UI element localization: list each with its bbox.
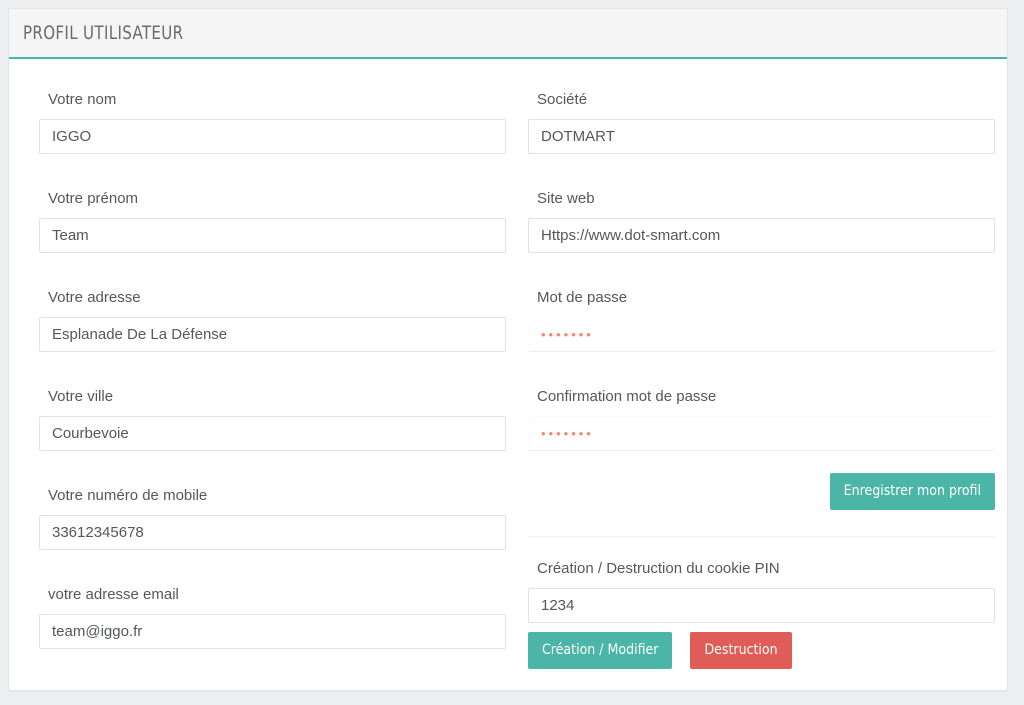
input-cookie-pin[interactable] [528,588,995,623]
field-site-web: Site web [528,154,995,253]
label-confirmation-mot-de-passe: Confirmation mot de passe [528,387,995,416]
label-votre-ville: Votre ville [39,387,506,416]
input-societe[interactable] [528,119,995,154]
label-adresse-email: votre adresse email [39,585,506,614]
field-votre-ville: Votre ville [39,352,506,451]
input-adresse-email[interactable] [39,614,506,649]
profile-card: PROFIL UTILISATEUR Votre nom Votre préno… [8,8,1008,691]
field-votre-nom: Votre nom [39,59,506,154]
page-root: PROFIL UTILISATEUR Votre nom Votre préno… [0,0,1024,705]
field-votre-adresse: Votre adresse [39,253,506,352]
right-column: Société Site web Mot de passe ••••••• Co… [528,59,995,669]
input-site-web[interactable] [528,218,995,253]
card-body: Votre nom Votre prénom Votre adresse Vot… [9,59,1007,690]
save-row: Enregistrer mon profil [528,451,995,510]
field-cookie-pin: Création / Destruction du cookie PIN [528,537,995,623]
field-mot-de-passe: Mot de passe ••••••• [528,253,995,352]
label-site-web: Site web [528,189,995,218]
field-numero-mobile: Votre numéro de mobile [39,451,506,550]
input-numero-mobile[interactable] [39,515,506,550]
label-societe: Société [528,90,995,119]
destroy-cookie-button[interactable]: Destruction [690,632,791,669]
input-confirmation-mot-de-passe[interactable]: ••••••• [528,416,995,451]
input-votre-adresse[interactable] [39,317,506,352]
field-adresse-email: votre adresse email [39,550,506,649]
label-votre-adresse: Votre adresse [39,288,506,317]
label-votre-nom: Votre nom [39,90,506,119]
label-numero-mobile: Votre numéro de mobile [39,486,506,515]
label-mot-de-passe: Mot de passe [528,288,995,317]
cookie-action-row: Création / Modifier Destruction [528,623,995,669]
create-modify-cookie-button[interactable]: Création / Modifier [528,632,672,669]
card-header: PROFIL UTILISATEUR [9,9,1007,59]
input-mot-de-passe[interactable]: ••••••• [528,317,995,352]
label-cookie-pin: Création / Destruction du cookie PIN [528,559,995,588]
input-votre-ville[interactable] [39,416,506,451]
input-votre-nom[interactable] [39,119,506,154]
field-confirmation-mot-de-passe: Confirmation mot de passe ••••••• [528,352,995,451]
page-title: PROFIL UTILISATEUR [23,22,183,44]
left-column: Votre nom Votre prénom Votre adresse Vot… [39,59,506,649]
field-votre-prenom: Votre prénom [39,154,506,253]
save-profile-button[interactable]: Enregistrer mon profil [830,473,995,510]
field-societe: Société [528,59,995,154]
password-confirm-dots: ••••••• [541,417,594,450]
label-votre-prenom: Votre prénom [39,189,506,218]
password-dots: ••••••• [541,318,594,351]
input-votre-prenom[interactable] [39,218,506,253]
